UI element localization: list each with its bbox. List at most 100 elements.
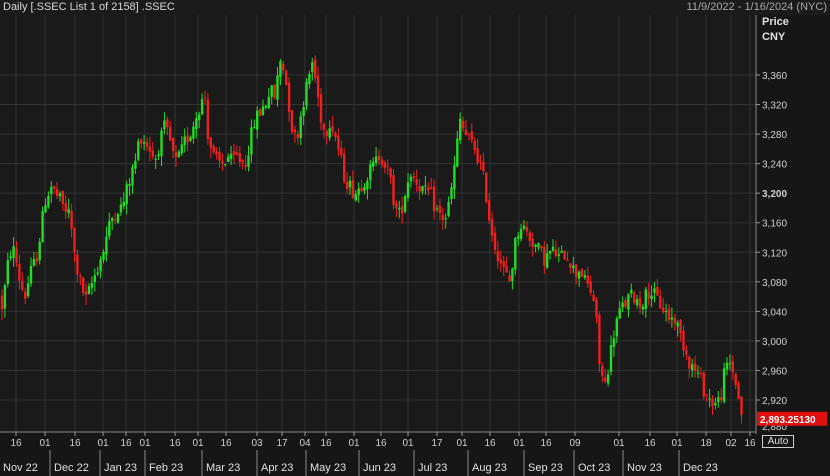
candle-body [415,179,418,185]
candlestick-chart[interactable]: 2,920 2,960 3,000 3,040 3,080 3,120 3,160 3,200… [0,0,830,476]
candle-body [290,110,294,132]
candle-body [467,133,471,135]
candle-body [53,186,56,189]
candle-body [227,156,230,163]
candle-body [264,105,268,108]
candle-body [160,130,163,157]
candle-body [551,246,555,251]
candle-body [363,186,366,191]
candle-down [273,84,276,100]
candle-body [740,396,743,415]
candle-body [604,377,607,382]
candle-body [653,288,656,293]
candle-body [621,302,624,308]
candle-body [682,330,685,351]
x-day-label: 16 [375,438,387,449]
candle-body [148,146,152,152]
candle-down [290,109,294,135]
x-month-label: Oct 23 [578,462,610,474]
candle-body [406,182,410,198]
candle-body [316,76,320,97]
candle-body [476,148,479,163]
candle-body [73,227,76,253]
auto-scale-button[interactable]: Auto [762,435,794,448]
candle-body [537,243,540,248]
x-day-label: 16 [10,438,22,449]
candle-body [441,214,444,220]
candle-body [67,208,70,214]
candle-body [380,159,384,165]
candle-body [432,186,436,212]
candle-body [360,188,363,192]
x-month-label: Apr 23 [261,462,293,474]
candle-body [256,110,259,130]
candle-body [580,269,584,277]
candle-body [253,126,256,129]
candle-up [116,212,120,224]
x-day-label: 01 [456,438,468,449]
candle-body [55,188,59,197]
candle-body [24,291,27,299]
candle-body [235,152,239,155]
x-day-label: 16 [484,438,496,449]
candle-body [285,70,288,86]
candle-body [311,62,314,73]
candle-body [357,188,360,195]
candle-body [606,374,610,384]
candle-body [514,237,517,270]
x-day-label: 16 [320,438,332,449]
candle-body [116,213,120,223]
candle-body [693,363,697,371]
x-day-label: 01 [39,438,51,449]
candle-body [79,275,82,277]
grid [0,15,756,432]
candle-body [145,141,149,147]
candle-body [531,238,534,247]
candle-body [369,164,372,181]
candle-body [485,172,488,203]
candle-body [296,133,299,139]
candle-body [676,322,679,327]
candle-body [728,362,732,364]
x-day-label: 01 [192,438,204,449]
candle-body [32,259,36,266]
candle-body [18,264,21,281]
x-day-label: 02 [725,438,737,449]
x-day-label: 16 [540,438,552,449]
x-day-label: 16 [220,438,232,449]
candle-body [493,233,497,250]
candle-body [737,383,740,399]
candle-body [372,161,375,167]
candle-body [142,142,146,144]
candle-body [615,318,618,337]
candle-body [667,308,671,321]
candle-body [125,184,128,205]
candle-body [64,203,67,212]
x-day-label: 17 [276,438,288,449]
candle-body [343,153,346,182]
y-tick-label: 3,000 [762,337,787,348]
candle-body [638,297,642,308]
candle-body [528,232,531,241]
candle-body [650,295,653,299]
candle-body [279,61,282,78]
candle-body [722,368,726,402]
y-tick-label: 3,080 [762,278,787,289]
candle-body [517,236,520,239]
candle-body [200,99,204,115]
candle-body [241,159,244,163]
candle-body [453,165,456,190]
candle-body [389,168,392,177]
candle-body [502,261,505,267]
candle-down [702,370,705,401]
candle-body [673,317,676,324]
candle-body [195,118,198,130]
candle-body [232,151,236,156]
candle-body [717,397,720,403]
candle-body [566,259,569,261]
candle-body [29,265,33,284]
x-day-label: 03 [251,438,263,449]
x-day-label: 16 [169,438,181,449]
x-month-label: Sep 23 [528,462,563,474]
y-tick-label: 3,280 [762,130,787,141]
